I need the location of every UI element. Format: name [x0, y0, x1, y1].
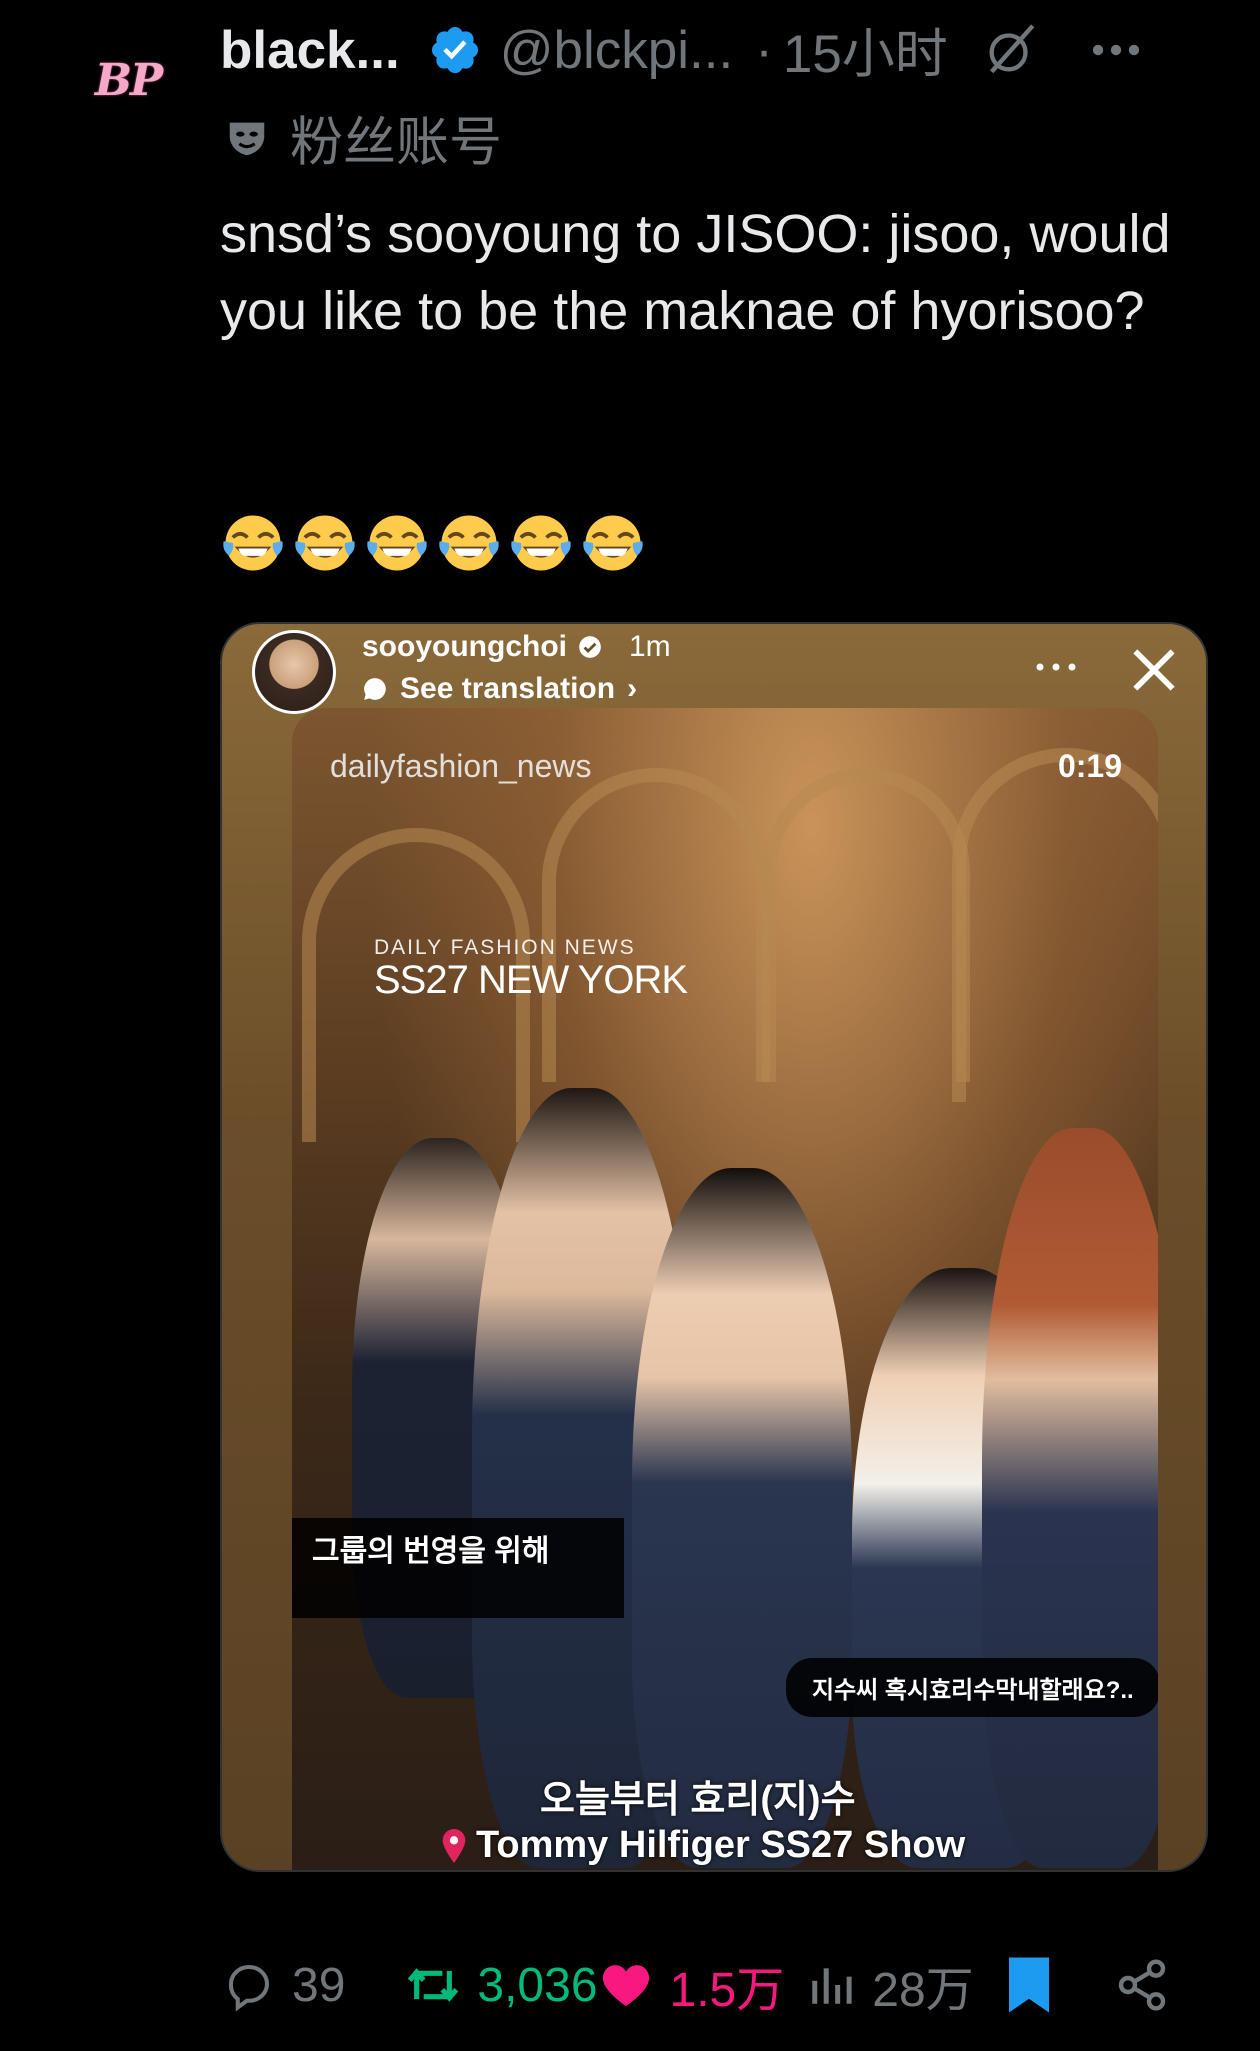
bookmark-icon[interactable]: [1004, 1955, 1054, 2015]
fan-mask-icon: [229, 122, 265, 156]
watermark-big: SS27 NEW YORK: [374, 958, 688, 1002]
share-icon[interactable]: [1114, 1957, 1170, 2013]
story-time: 1m: [629, 630, 671, 663]
action-bar: 39 3,036 1.5万 28万: [222, 1950, 1240, 2020]
story-verified-icon: [579, 636, 601, 658]
tears-of-joy-emoji-icon: [511, 515, 571, 571]
handle[interactable]: @blckpi...: [500, 20, 733, 81]
tweet-text: snsd’s sooyoung to JISOO: jisoo, would y…: [220, 204, 1186, 341]
display-name[interactable]: black...: [220, 20, 400, 81]
caption-location: Tommy Hilfiger SS27 Show: [442, 1824, 965, 1867]
emoji-row: [220, 510, 646, 576]
tears-of-joy-emoji-icon: [367, 515, 427, 571]
person-silhouette: [632, 1168, 852, 1868]
tweet-header: black... @blckpi... · 15小时: [220, 14, 1240, 86]
verified-badge-icon[interactable]: [428, 23, 482, 77]
retweet-icon: [408, 1968, 459, 2002]
subtitle-box: 그룹의 번영을 위해: [292, 1518, 624, 1618]
author-avatar[interactable]: BP: [78, 40, 178, 120]
story-more-icon: [1036, 663, 1076, 671]
separator-dot: ·: [755, 20, 773, 80]
speech-bubble: 지수씨 혹시효리수막내할래요?..: [786, 1658, 1158, 1717]
views-button[interactable]: 28万: [806, 1950, 974, 2020]
views-count: 28万: [872, 1964, 974, 2017]
tears-of-joy-emoji-icon: [295, 515, 355, 571]
tears-of-joy-emoji-icon: [439, 515, 499, 571]
views-icon: [812, 1968, 852, 2004]
reply-icon: [228, 1964, 270, 2012]
story-avatar: [252, 630, 336, 714]
story-username: sooyoungchoi: [362, 630, 567, 663]
video-frame: dailyfashion_news 0:19 DAILY FASHION NEW…: [292, 708, 1158, 1870]
see-translation-text: See translation: [400, 672, 616, 705]
fan-label-text: 粉丝账号: [290, 113, 502, 172]
caption-main: 오늘부터 효리(지)수: [540, 1779, 856, 1821]
background-arch: [762, 768, 970, 1082]
story-header: sooyoungchoi 1m See translation ›: [222, 624, 1206, 714]
like-icon: [602, 1965, 649, 2006]
tweet[interactable]: BP black... @blckpi... · 15小时 粉丝账号 snsd’…: [0, 0, 1260, 2051]
chevron-right-icon: ›: [627, 672, 638, 705]
person-silhouette: [982, 1128, 1158, 1868]
subtitle-line-1: 그룹의 번영을 위해: [312, 1535, 550, 1568]
like-count: 1.5万: [669, 1964, 785, 2017]
retweet-button[interactable]: 3,036: [405, 1957, 598, 2013]
reply-count: 39: [292, 1958, 346, 2012]
background-arch: [542, 768, 770, 1082]
video-duration: 0:19: [1057, 748, 1122, 784]
story-user-row: sooyoungchoi 1m: [362, 630, 671, 664]
like-button[interactable]: 1.5万: [598, 1950, 785, 2020]
background-arch: [952, 748, 1158, 1102]
location-pin-icon: [442, 1828, 466, 1863]
media-card[interactable]: sooyoungchoi 1m See translation › dailyf…: [220, 622, 1208, 1872]
grok-icon[interactable]: [982, 21, 1040, 79]
tears-of-joy-emoji-icon: [223, 515, 283, 571]
avatar-logo: BP: [94, 54, 163, 106]
retweet-count: 3,036: [477, 1958, 598, 2012]
watermark-small: DAILY FASHION NEWS: [374, 936, 636, 959]
close-icon: [1133, 649, 1175, 691]
speech-bubble-icon: [364, 678, 386, 700]
caption-location-text: Tommy Hilfiger SS27 Show: [476, 1824, 966, 1866]
timestamp[interactable]: 15小时: [783, 12, 948, 88]
fan-account-label: 粉丝账号: [224, 100, 502, 176]
video-source: dailyfashion_news: [330, 748, 592, 784]
reply-button[interactable]: 39: [222, 1958, 345, 2013]
tears-of-joy-emoji-icon: [583, 515, 643, 571]
see-translation-row: See translation ›: [362, 672, 637, 706]
more-icon[interactable]: [1090, 40, 1142, 60]
